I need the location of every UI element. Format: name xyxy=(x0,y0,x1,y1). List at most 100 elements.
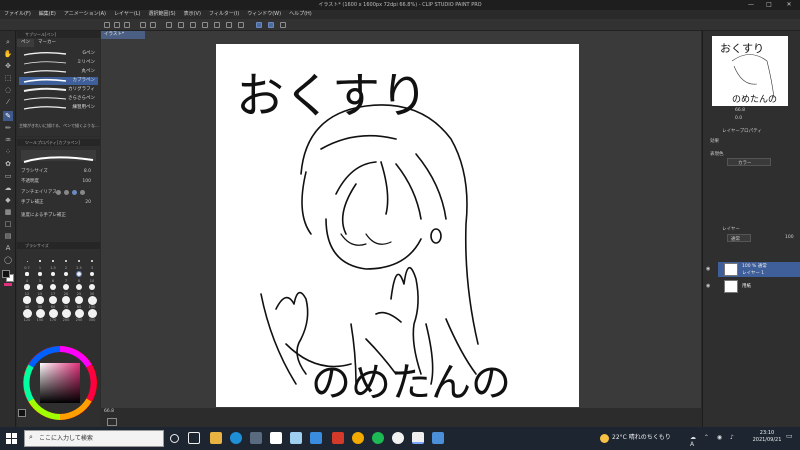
pen-tool-icon[interactable]: ✎ xyxy=(3,111,13,121)
navigator-thumbnail[interactable]: おくすり のめたんの xyxy=(712,36,788,106)
open-icon[interactable] xyxy=(114,22,120,28)
calculator-icon[interactable] xyxy=(270,432,282,444)
snap-grid-icon[interactable] xyxy=(268,22,274,28)
express-color-select[interactable]: カラー xyxy=(727,158,771,166)
brush-size-dot[interactable] xyxy=(50,284,56,290)
prop-speed-stabilization[interactable]: 速度による手ブレ補正 xyxy=(21,212,91,219)
cortana-icon[interactable] xyxy=(170,434,179,443)
edge-icon[interactable] xyxy=(230,432,242,444)
tab-marker[interactable]: マーカー xyxy=(34,39,60,47)
taskbar-clock[interactable]: 23:10 2021/09/21 xyxy=(752,430,782,444)
brush-item-gpen[interactable]: Gペン xyxy=(19,50,98,58)
menu-file[interactable]: ファイル(F) xyxy=(4,10,31,19)
blend-mode-select[interactable]: 通常 xyxy=(727,234,751,242)
close-button[interactable]: ✕ xyxy=(782,0,796,10)
antialias-option[interactable] xyxy=(80,190,85,195)
fill-tool-icon[interactable]: ◆ xyxy=(3,195,13,205)
redo-icon[interactable] xyxy=(150,22,156,28)
select-tool-icon[interactable]: ⬚ xyxy=(3,73,13,83)
navigator-zoom[interactable]: 66.8 xyxy=(735,108,745,113)
brush-size-dot[interactable] xyxy=(74,308,84,318)
file-explorer-icon[interactable] xyxy=(210,432,222,444)
prop-brush-size[interactable]: ブラシサイズ 8.0 xyxy=(21,168,91,175)
office-icon[interactable] xyxy=(332,432,344,444)
brush-size-dot[interactable] xyxy=(36,296,44,304)
minimize-button[interactable]: — xyxy=(744,0,758,10)
brush-item-marupen[interactable]: 丸ペン xyxy=(19,68,98,76)
system-tray-icons[interactable]: ☁ ⌃ ◉ ♪ A xyxy=(690,434,740,448)
brush-size-dot[interactable] xyxy=(38,272,42,276)
brush-size-dot[interactable] xyxy=(25,272,29,276)
notification-icon[interactable]: ▭ xyxy=(786,432,796,444)
brush-size-dot[interactable] xyxy=(22,308,32,318)
clip-studio-icon[interactable] xyxy=(412,432,424,444)
snap-point-icon[interactable] xyxy=(280,22,286,28)
zoom-readout[interactable]: 66.8 xyxy=(104,409,114,414)
taskbar-search[interactable]: ⌕ ここに入力して検索 xyxy=(24,430,164,447)
layer-opacity-value[interactable]: 100 xyxy=(785,235,794,240)
photos-icon[interactable] xyxy=(290,432,302,444)
layer-row[interactable]: 100 % 通常 レイヤー 1 xyxy=(718,262,800,277)
brush-size-dot[interactable] xyxy=(24,284,30,290)
snap-ruler-icon[interactable] xyxy=(256,22,262,28)
deselect-icon[interactable] xyxy=(190,22,196,28)
brush-size-dot[interactable] xyxy=(23,296,31,304)
menu-animation[interactable]: アニメーション(A) xyxy=(64,10,106,19)
mail-icon[interactable] xyxy=(310,432,322,444)
brush-size-dot[interactable] xyxy=(87,308,97,318)
brush-tool-icon[interactable]: ♒ xyxy=(3,135,13,145)
menu-window[interactable]: ウィンドウ(W) xyxy=(247,10,281,19)
brush-size-dot[interactable] xyxy=(87,295,97,305)
eraser-tool-icon[interactable]: ▭ xyxy=(3,171,13,181)
expand-icon[interactable] xyxy=(226,22,232,28)
brush-item-sarasara[interactable]: さらさらペン xyxy=(19,95,98,103)
windows-start-icon[interactable] xyxy=(6,433,17,444)
task-view-icon[interactable] xyxy=(188,432,200,444)
spotify-icon[interactable] xyxy=(372,432,384,444)
move-tool-icon[interactable]: ✥ xyxy=(3,61,13,71)
main-color-front[interactable] xyxy=(2,270,10,278)
figure-tool-icon[interactable]: □ xyxy=(3,219,13,229)
brush-size-dot[interactable] xyxy=(48,308,58,318)
antialias-option[interactable] xyxy=(72,190,77,195)
prop-opacity[interactable]: 不透明度 100 xyxy=(21,178,91,185)
color-main-swatch[interactable] xyxy=(18,409,26,417)
antialias-option[interactable] xyxy=(56,190,61,195)
app2-icon[interactable] xyxy=(432,432,444,444)
eye-icon[interactable]: ◉ xyxy=(706,283,710,289)
airbrush-tool-icon[interactable]: ⁘ xyxy=(3,147,13,157)
maximize-button[interactable]: □ xyxy=(762,0,776,10)
settings-icon[interactable] xyxy=(238,22,244,28)
invert-icon[interactable] xyxy=(214,22,220,28)
menu-help[interactable]: ヘルプ(H) xyxy=(289,10,312,19)
gradient-tool-icon[interactable]: ▦ xyxy=(3,207,13,217)
menu-edit[interactable]: 編集(E) xyxy=(39,10,56,19)
undo-icon[interactable] xyxy=(140,22,146,28)
store-icon[interactable] xyxy=(250,432,262,444)
brush-size-dot[interactable] xyxy=(52,260,54,262)
hand-tool-icon[interactable]: ✋ xyxy=(3,49,13,59)
chrome-icon[interactable] xyxy=(352,432,364,444)
app-icon[interactable] xyxy=(392,432,404,444)
brush-item-mirupen[interactable]: ミリペン xyxy=(19,59,98,67)
antialias-option[interactable] xyxy=(64,190,69,195)
lasso-tool-icon[interactable]: ◌ xyxy=(3,85,13,95)
document-tab[interactable]: イラスト* xyxy=(101,31,145,39)
brush-size-dot[interactable] xyxy=(26,260,28,262)
pencil-tool-icon[interactable]: ✏ xyxy=(3,123,13,133)
zoom-tool-icon[interactable]: ⌕ xyxy=(3,37,13,47)
print-icon[interactable] xyxy=(202,22,208,28)
menu-filter[interactable]: フィルター(I) xyxy=(209,10,239,19)
eyedropper-tool-icon[interactable]: ⁄ xyxy=(3,97,13,107)
brush-size-dot[interactable] xyxy=(49,296,57,304)
accent-color-strip[interactable] xyxy=(4,283,12,286)
brush-item-practice[interactable]: 練習用ペン xyxy=(19,104,98,112)
transform-icon[interactable] xyxy=(178,22,184,28)
brush-size-dot[interactable] xyxy=(37,284,43,290)
menu-layer[interactable]: レイヤー(L) xyxy=(114,10,141,19)
new-file-icon[interactable] xyxy=(104,22,110,28)
eye-icon[interactable]: ◉ xyxy=(706,266,710,272)
weather-text[interactable]: 22°C 晴れのちくもり xyxy=(612,431,671,445)
tab-pen[interactable]: ペン xyxy=(17,39,34,47)
save-icon[interactable] xyxy=(124,22,130,28)
